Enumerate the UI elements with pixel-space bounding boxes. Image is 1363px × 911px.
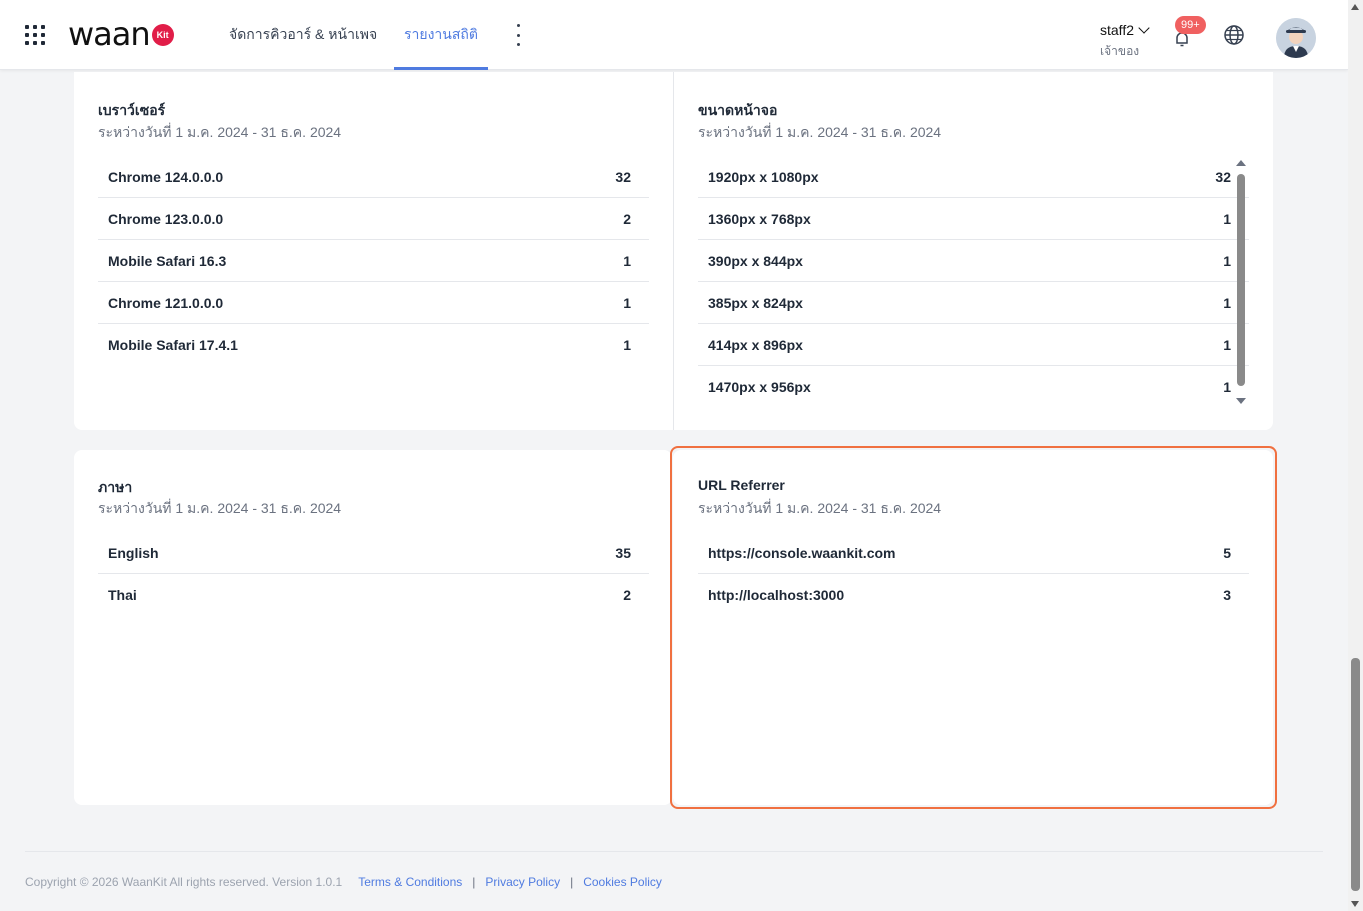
language-card-subtitle: ระหว่างวันที่ 1 ม.ค. 2024 - 31 ธ.ค. 2024 xyxy=(98,500,342,516)
cookies-policy-link[interactable]: Cookies Policy xyxy=(583,875,662,889)
browser-card-subtitle: ระหว่างวันที่ 1 ม.ค. 2024 - 31 ธ.ค. 2024 xyxy=(98,124,342,140)
footer-divider xyxy=(25,851,1323,852)
notification-badge: 99+ xyxy=(1175,16,1206,34)
list-item: 414px x 896px 1 xyxy=(698,324,1249,366)
language-card-title: ภาษา xyxy=(98,479,133,495)
tab-manage-qr[interactable]: จัดการคิวอาร์ & หน้าเพจ xyxy=(229,0,377,70)
list-item: Mobile Safari 16.3 1 xyxy=(98,240,649,282)
list-item: https://console.waankit.com 5 xyxy=(698,532,1249,574)
list-item: 385px x 824px 1 xyxy=(698,282,1249,324)
list-item: Mobile Safari 17.4.1 1 xyxy=(108,337,631,353)
scroll-up-icon[interactable] xyxy=(1236,160,1246,166)
avatar[interactable] xyxy=(1276,18,1316,58)
scroll-down-icon[interactable] xyxy=(1351,901,1359,907)
logo-text: waan xyxy=(68,15,151,53)
referrer-card-subtitle: ระหว่างวันที่ 1 ม.ค. 2024 - 31 ธ.ค. 2024 xyxy=(698,500,942,516)
top-header: waan Kit จัดการคิวอาร์ & หน้าเพจ รายงานส… xyxy=(0,0,1348,70)
list-item: 1470px x 956px 1 xyxy=(708,379,1231,395)
screen-list-scrollbar[interactable] xyxy=(1236,160,1246,404)
card-divider xyxy=(673,72,674,430)
screen-card-subtitle: ระหว่างวันที่ 1 ม.ค. 2024 - 31 ธ.ค. 2024 xyxy=(698,124,942,140)
screen-size-list: 1920px x 1080px 32 1360px x 768px 1 390px … xyxy=(698,156,1249,408)
list-item: 1360px x 768px 1 xyxy=(698,198,1249,240)
browser-card-title: เบราว์เซอร์ xyxy=(98,102,166,118)
browser-list: Chrome 124.0.0.0 32 Chrome 123.0.0.0 2 Mob… xyxy=(98,156,649,366)
apps-grid-icon[interactable] xyxy=(25,25,47,47)
logo[interactable]: waan Kit xyxy=(68,14,174,54)
scrollbar-thumb[interactable] xyxy=(1237,174,1245,386)
list-item: 1920px x 1080px 32 xyxy=(698,156,1249,198)
tab-statistics-report[interactable]: รายงานสถิติ xyxy=(394,0,488,70)
user-role: เจ้าของ xyxy=(1100,44,1140,58)
copyright-text: Copyright © 2026 WaanKit All rights rese… xyxy=(25,875,343,889)
more-menu-icon[interactable] xyxy=(512,24,524,46)
list-item: Chrome 123.0.0.0 2 xyxy=(98,198,649,240)
list-item: Thai 2 xyxy=(108,587,631,603)
list-item: English 35 xyxy=(98,532,649,574)
terms-link[interactable]: Terms & Conditions xyxy=(358,875,462,889)
screen-card-title: ขนาดหน้าจอ xyxy=(698,102,778,118)
list-item: http://localhost:3000 3 xyxy=(708,587,1231,603)
globe-icon[interactable] xyxy=(1223,24,1245,46)
footer-separator: | xyxy=(570,875,574,889)
scroll-down-icon[interactable] xyxy=(1236,398,1246,404)
user-name: staff2 xyxy=(1100,22,1134,38)
page-scrollbar[interactable] xyxy=(1348,0,1363,911)
logo-badge: Kit xyxy=(151,24,174,46)
chevron-down-icon xyxy=(1138,22,1150,34)
footer: Copyright © 2026 WaanKit All rights rese… xyxy=(25,875,662,889)
list-item: Chrome 124.0.0.0 32 xyxy=(98,156,649,198)
list-item: Chrome 121.0.0.0 1 xyxy=(98,282,649,324)
scroll-up-icon[interactable] xyxy=(1351,4,1359,10)
privacy-policy-link[interactable]: Privacy Policy xyxy=(485,875,560,889)
page-scrollbar-thumb[interactable] xyxy=(1351,658,1360,891)
footer-separator: | xyxy=(472,875,476,889)
language-list: English 35 Thai 2 xyxy=(98,532,649,616)
list-item: 390px x 844px 1 xyxy=(698,240,1249,282)
referrer-list: https://console.waankit.com 5 http://loca… xyxy=(698,532,1249,616)
user-menu[interactable]: staff2 เจ้าของ xyxy=(1100,22,1170,61)
referrer-card-title: URL Referrer xyxy=(698,477,785,493)
